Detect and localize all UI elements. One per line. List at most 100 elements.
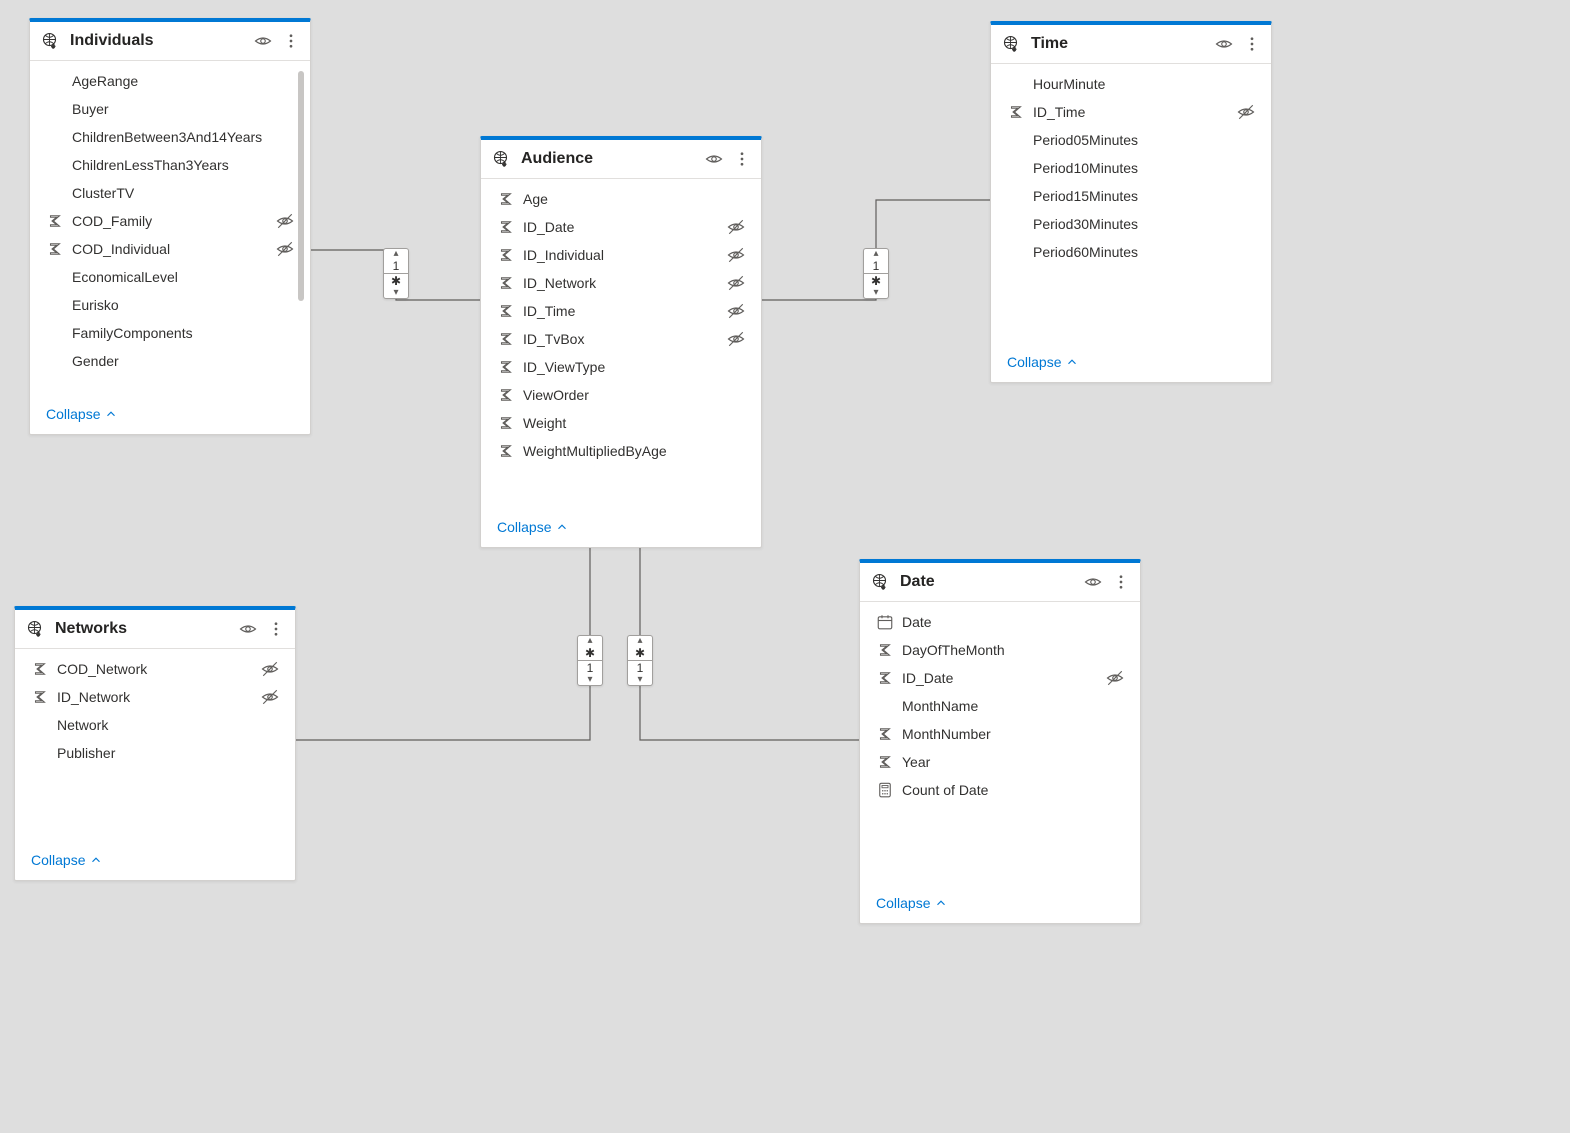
more-options-icon[interactable] bbox=[267, 620, 285, 638]
field-row[interactable]: Period05Minutes bbox=[991, 126, 1271, 154]
table-card-individuals[interactable]: Individuals AgeRangeBuyerChildrenBetween3… bbox=[29, 18, 311, 435]
field-row[interactable]: ViewOrder bbox=[481, 381, 761, 409]
field-row[interactable]: Year bbox=[860, 748, 1140, 776]
field-name: ID_ViewType bbox=[523, 359, 719, 375]
relationship-badge-time-audience[interactable]: ▴1✱▾ bbox=[863, 248, 889, 299]
field-row[interactable]: Date bbox=[860, 608, 1140, 636]
model-canvas[interactable]: ▴1✱▾ ▴1✱▾ ▴✱1▾ ▴✱1▾ Individuals AgeRangeB… bbox=[0, 0, 1570, 1133]
collapse-button[interactable]: Collapse bbox=[31, 852, 103, 868]
field-row[interactable]: COD_Individual bbox=[30, 235, 310, 263]
field-list: COD_Network ID_Network Network Publisher bbox=[15, 649, 295, 842]
table-icon bbox=[872, 571, 890, 593]
field-name: ID_Time bbox=[523, 303, 719, 319]
more-options-icon[interactable] bbox=[1243, 35, 1261, 53]
spacer-icon bbox=[276, 352, 294, 370]
field-row[interactable]: ID_Network bbox=[481, 269, 761, 297]
field-name: ID_Network bbox=[57, 689, 253, 705]
table-header[interactable]: Individuals bbox=[30, 22, 310, 61]
field-name: Publisher bbox=[57, 745, 253, 761]
more-options-icon[interactable] bbox=[733, 150, 751, 168]
collapse-button[interactable]: Collapse bbox=[46, 406, 118, 422]
field-row[interactable]: Eurisko bbox=[30, 291, 310, 319]
field-row[interactable]: Period15Minutes bbox=[991, 182, 1271, 210]
table-header[interactable]: Networks bbox=[15, 610, 295, 649]
field-row[interactable]: Age bbox=[481, 185, 761, 213]
field-row[interactable]: Publisher bbox=[15, 739, 295, 767]
field-row[interactable]: COD_Family bbox=[30, 207, 310, 235]
field-row[interactable]: ID_Time bbox=[991, 98, 1271, 126]
hidden-icon[interactable] bbox=[261, 660, 279, 678]
field-row[interactable]: ID_ViewType bbox=[481, 353, 761, 381]
more-options-icon[interactable] bbox=[282, 32, 300, 50]
hidden-icon[interactable] bbox=[727, 218, 745, 236]
field-row[interactable]: Network bbox=[15, 711, 295, 739]
collapse-button[interactable]: Collapse bbox=[1007, 354, 1079, 370]
more-options-icon[interactable] bbox=[1112, 573, 1130, 591]
field-row[interactable]: ID_Date bbox=[481, 213, 761, 241]
field-name: COD_Family bbox=[72, 213, 268, 229]
field-row[interactable]: ID_Time bbox=[481, 297, 761, 325]
collapse-button[interactable]: Collapse bbox=[497, 519, 569, 535]
hidden-icon[interactable] bbox=[276, 240, 294, 258]
table-header[interactable]: Time bbox=[991, 25, 1271, 64]
field-row[interactable]: COD_Network bbox=[15, 655, 295, 683]
table-header[interactable]: Audience bbox=[481, 140, 761, 179]
field-row[interactable]: HourMinute bbox=[991, 70, 1271, 98]
field-row[interactable]: ID_Individual bbox=[481, 241, 761, 269]
hidden-icon[interactable] bbox=[1106, 669, 1124, 687]
relationship-badge-networks-audience[interactable]: ▴✱1▾ bbox=[577, 635, 603, 686]
field-name: ID_Network bbox=[523, 275, 719, 291]
field-row[interactable]: WeightMultipliedByAge bbox=[481, 437, 761, 465]
field-row[interactable]: Gender bbox=[30, 347, 310, 375]
table-card-networks[interactable]: Networks COD_Network ID_Network Network Publ… bbox=[14, 606, 296, 881]
hidden-icon[interactable] bbox=[276, 212, 294, 230]
visibility-icon[interactable] bbox=[705, 150, 723, 168]
spacer-icon bbox=[727, 414, 745, 432]
field-row[interactable]: Period10Minutes bbox=[991, 154, 1271, 182]
relationship-badge-individuals-audience[interactable]: ▴1✱▾ bbox=[383, 248, 409, 299]
field-row[interactable]: Count of Date bbox=[860, 776, 1140, 804]
field-row[interactable]: Period30Minutes bbox=[991, 210, 1271, 238]
hidden-icon[interactable] bbox=[261, 688, 279, 706]
spacer-icon bbox=[276, 156, 294, 174]
field-row[interactable]: Period60Minutes bbox=[991, 238, 1271, 266]
field-row[interactable]: Weight bbox=[481, 409, 761, 437]
chevron-up-icon bbox=[1065, 355, 1079, 369]
field-row[interactable]: ClusterTV bbox=[30, 179, 310, 207]
visibility-icon[interactable] bbox=[254, 32, 272, 50]
field-name: Period15Minutes bbox=[1033, 188, 1229, 204]
hidden-icon[interactable] bbox=[727, 246, 745, 264]
collapse-button[interactable]: Collapse bbox=[876, 895, 948, 911]
scrollbar[interactable] bbox=[298, 71, 304, 301]
field-row[interactable]: MonthName bbox=[860, 692, 1140, 720]
field-row[interactable]: ChildrenLessThan3Years bbox=[30, 151, 310, 179]
table-card-date[interactable]: DateDateDayOfTheMonthID_DateMonthNameMon… bbox=[859, 559, 1141, 924]
sigma-icon bbox=[46, 212, 64, 230]
table-card-audience[interactable]: Audience AgeID_DateID_Individual ID_Networ… bbox=[480, 136, 762, 548]
field-row[interactable]: DayOfTheMonth bbox=[860, 636, 1140, 664]
spacer-icon bbox=[1106, 781, 1124, 799]
field-row[interactable]: ChildrenBetween3And14Years bbox=[30, 123, 310, 151]
relationship-badge-date-audience[interactable]: ▴✱1▾ bbox=[627, 635, 653, 686]
visibility-icon[interactable] bbox=[1215, 35, 1233, 53]
field-row[interactable]: ID_TvBox bbox=[481, 325, 761, 353]
field-row[interactable]: MonthNumber bbox=[860, 720, 1140, 748]
field-row[interactable]: AgeRange bbox=[30, 67, 310, 95]
sigma-icon bbox=[497, 274, 515, 292]
hidden-icon[interactable] bbox=[727, 274, 745, 292]
visibility-icon[interactable] bbox=[1084, 573, 1102, 591]
field-row[interactable]: ID_Network bbox=[15, 683, 295, 711]
sigma-icon bbox=[1007, 103, 1025, 121]
hidden-icon[interactable] bbox=[1237, 103, 1255, 121]
spacer-icon bbox=[1106, 641, 1124, 659]
hidden-icon[interactable] bbox=[727, 330, 745, 348]
field-row[interactable]: ID_Date bbox=[860, 664, 1140, 692]
spacer-icon bbox=[276, 128, 294, 146]
field-row[interactable]: EconomicalLevel bbox=[30, 263, 310, 291]
table-card-time[interactable]: TimeHourMinuteID_TimePeriod05MinutesPeri… bbox=[990, 21, 1272, 383]
hidden-icon[interactable] bbox=[727, 302, 745, 320]
visibility-icon[interactable] bbox=[239, 620, 257, 638]
table-header[interactable]: Date bbox=[860, 563, 1140, 602]
field-row[interactable]: Buyer bbox=[30, 95, 310, 123]
field-row[interactable]: FamilyComponents bbox=[30, 319, 310, 347]
